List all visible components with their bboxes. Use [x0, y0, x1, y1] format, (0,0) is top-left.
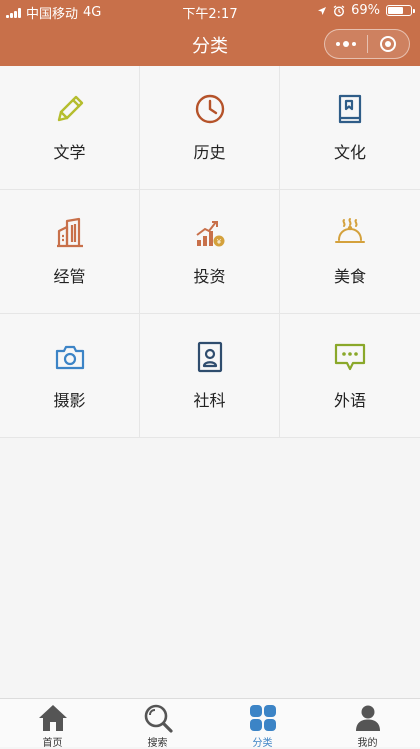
grid-icon	[248, 703, 278, 733]
building-icon	[53, 216, 87, 250]
category-foreign-language[interactable]: 外语	[280, 314, 420, 438]
status-right: 69%	[317, 3, 415, 18]
battery-icon	[386, 5, 415, 16]
category-label: 外语	[333, 391, 366, 410]
svg-text:¥: ¥	[216, 238, 221, 246]
search-icon	[143, 703, 173, 733]
tab-bar: 首页 搜索 分类 我的	[0, 698, 420, 749]
clock-icon	[193, 92, 227, 126]
book-icon	[333, 92, 367, 126]
category-literature[interactable]: 文学	[0, 66, 140, 190]
mini-program-capsule	[324, 29, 410, 59]
food-cloche-icon	[333, 216, 367, 250]
category-culture[interactable]: 文化	[280, 66, 420, 190]
category-label: 文学	[53, 143, 86, 162]
close-mini-program-button[interactable]	[368, 30, 410, 58]
category-label: 历史	[193, 143, 226, 162]
tab-category[interactable]: 分类	[210, 699, 315, 749]
alarm-icon	[333, 4, 345, 17]
category-photography[interactable]: 摄影	[0, 314, 140, 438]
tab-home[interactable]: 首页	[0, 699, 105, 749]
id-badge-icon	[193, 340, 227, 374]
status-bar: 中国移动 4G 下午2:17 69%	[0, 0, 420, 22]
chat-bubble-icon	[333, 340, 367, 374]
pencil-icon	[53, 92, 87, 126]
category-label: 摄影	[53, 391, 86, 410]
tab-mine[interactable]: 我的	[315, 699, 420, 749]
category-food[interactable]: 美食	[280, 190, 420, 314]
category-label: 经管	[53, 267, 86, 286]
category-label: 社科	[193, 391, 226, 410]
camera-icon	[53, 340, 87, 374]
battery-percent: 69%	[351, 3, 380, 18]
target-icon	[380, 36, 397, 52]
category-social-science[interactable]: 社科	[140, 314, 280, 438]
more-menu-button[interactable]	[325, 30, 367, 58]
location-arrow-icon	[318, 6, 327, 15]
category-label: 美食	[333, 267, 366, 286]
nav-bar: 分类	[0, 22, 420, 66]
tab-search[interactable]: 搜索	[105, 699, 210, 749]
category-investment[interactable]: ¥ 投资	[140, 190, 280, 314]
growth-chart-icon: ¥	[193, 216, 227, 250]
user-icon	[353, 703, 383, 733]
category-history[interactable]: 历史	[140, 66, 280, 190]
category-label: 投资	[193, 267, 226, 286]
home-icon	[38, 703, 68, 733]
category-management[interactable]: 经管	[0, 190, 140, 314]
category-label: 文化	[333, 143, 366, 162]
category-grid: 文学 历史 文化 经管 ¥ 投资 美食 摄影 社科 外语	[0, 66, 420, 438]
